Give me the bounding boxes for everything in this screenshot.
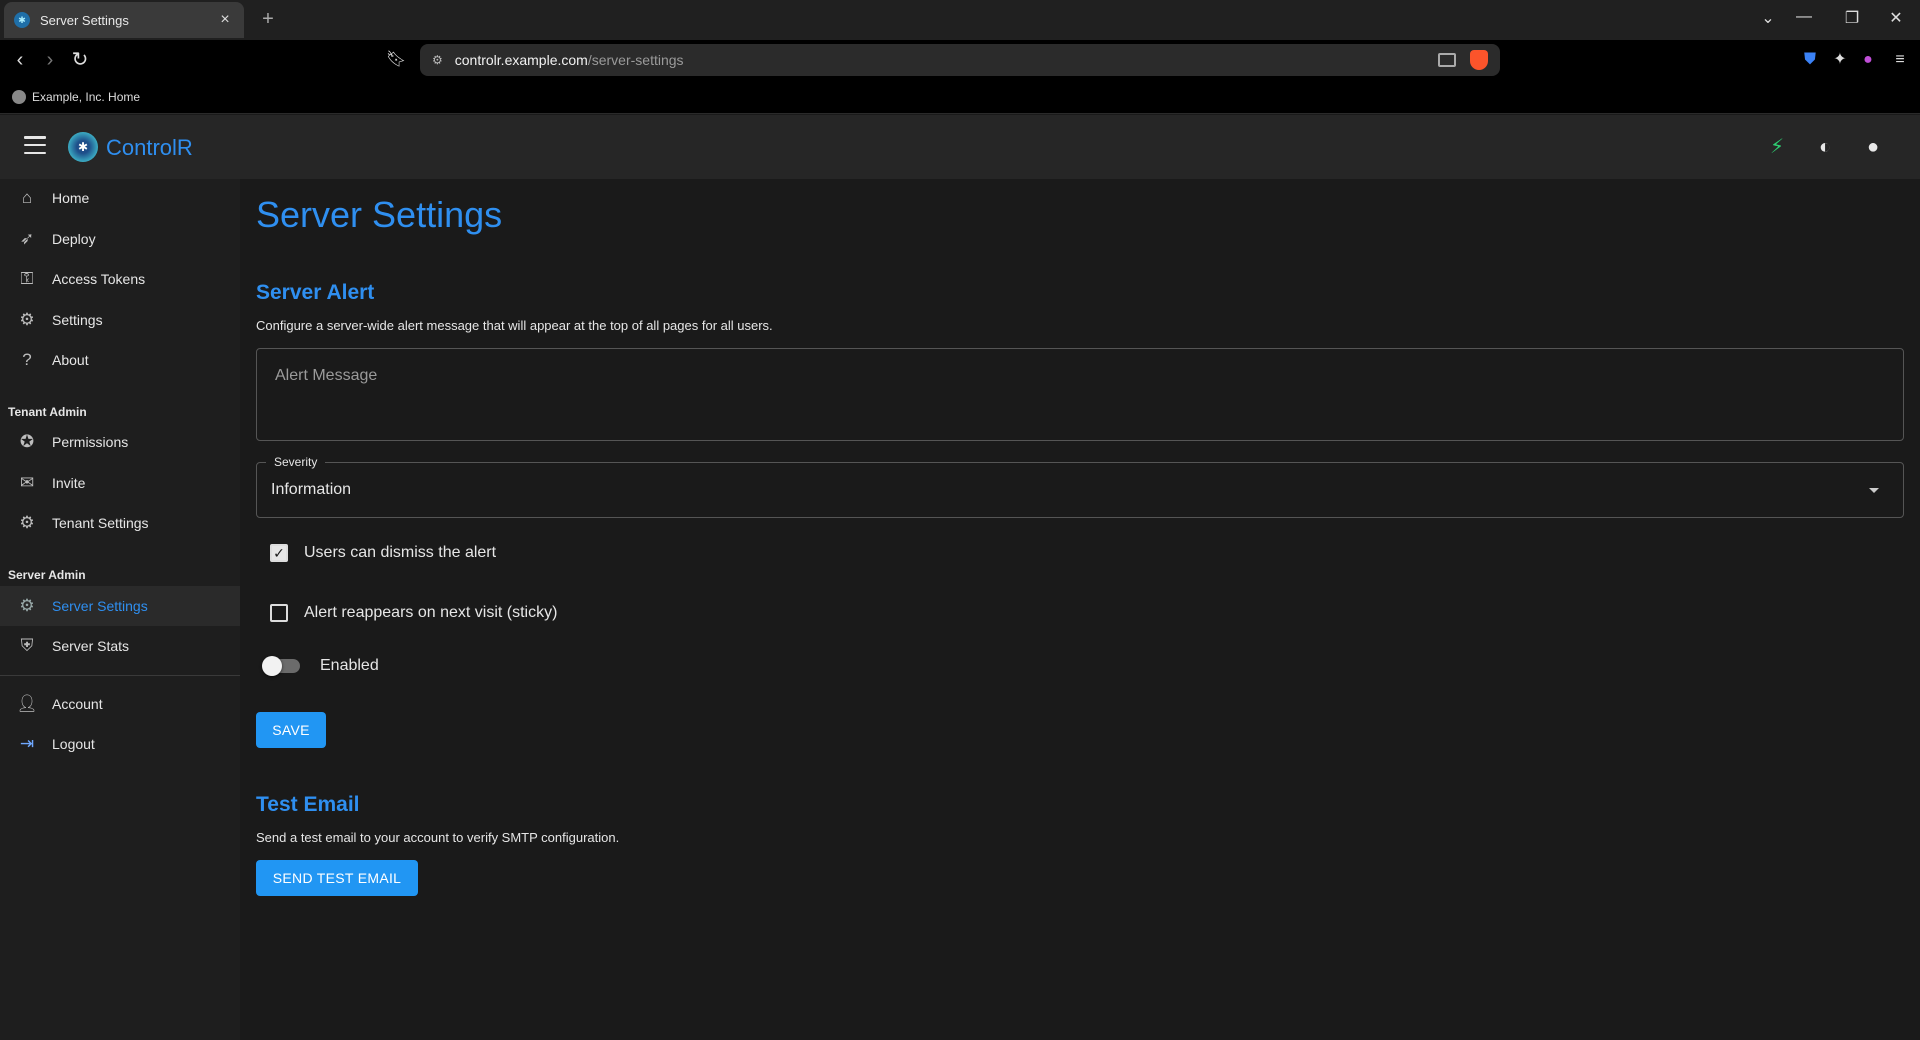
controlr-favicon-icon: ✱ [14, 12, 30, 28]
permissions-icon: ✪ [19, 432, 35, 451]
forward-icon[interactable]: › [38, 48, 62, 72]
sidebar-item-settings[interactable]: ⚙ Settings [0, 300, 240, 340]
browser-tab[interactable]: ✱ Server Settings × [4, 2, 244, 38]
reload-icon[interactable]: ↻ [68, 48, 92, 72]
new-tab-icon[interactable]: + [256, 8, 280, 31]
section-label-tenant-admin: Tenant Admin [8, 405, 87, 419]
sticky-checkbox[interactable] [270, 604, 288, 622]
bookmark-icon[interactable]: 🔖︎ [384, 48, 408, 72]
test-email-description: Send a test email to your account to ver… [256, 830, 620, 845]
tab-title: Server Settings [40, 12, 129, 28]
sidebar-item-label: Permissions [52, 434, 129, 450]
tab-close-icon[interactable]: × [216, 11, 234, 29]
sidebar-item-permissions[interactable]: ✪ Permissions [0, 422, 240, 462]
sidebar-item-label: Tenant Settings [52, 515, 149, 531]
tab-search-icon[interactable]: ⌄ [1756, 8, 1780, 28]
send-test-email-button[interactable]: SEND TEST EMAIL [256, 860, 418, 896]
server-alert-heading: Server Alert [256, 281, 375, 304]
window-close-icon[interactable]: ✕ [1884, 8, 1908, 28]
sidebar-item-label: Invite [52, 475, 86, 491]
cast-icon[interactable] [1438, 53, 1456, 67]
sidebar-item-deploy[interactable]: ➶ Deploy [0, 219, 240, 259]
profile-extension-icon[interactable]: ● [1858, 50, 1878, 70]
dismiss-checkbox[interactable]: ✓ [270, 544, 288, 562]
chevron-down-icon [1869, 487, 1879, 493]
sidebar-item-label: Access Tokens [52, 271, 146, 287]
severity-label: Severity [266, 455, 326, 469]
home-icon: ⌂ [21, 188, 33, 207]
sidebar-item-logout[interactable]: ⇥ Logout [0, 724, 240, 764]
sidebar-item-label: Account [52, 696, 103, 712]
controlr-logo-icon: ✱ [68, 132, 98, 162]
site-info-icon[interactable]: ⚙ [432, 53, 443, 67]
sidebar-item-server-settings[interactable]: ⚙ Server Settings [0, 586, 240, 626]
minimize-icon[interactable]: — [1792, 8, 1816, 26]
question-icon: ? [22, 350, 32, 369]
severity-value: Information [271, 481, 352, 498]
sidebar-item-home[interactable]: ⌂ Home [0, 178, 240, 218]
sidebar-item-access-tokens[interactable]: ⚿ Access Tokens [0, 259, 240, 299]
test-email-heading: Test Email [256, 793, 360, 816]
sidebar-item-label: Deploy [52, 231, 96, 247]
mail-icon: ✉ [19, 473, 35, 492]
logout-icon: ⇥ [19, 734, 35, 753]
severity-select[interactable]: Information [256, 462, 1904, 518]
person-icon: 👤︎ [16, 694, 38, 713]
globe-icon [12, 89, 26, 104]
theme-toggle-icon[interactable]: ◐ [1812, 134, 1838, 160]
connection-status-bolt-icon[interactable]: ⚡︎ [1764, 134, 1790, 160]
gear-icon: ⚙ [19, 596, 35, 615]
sidebar-item-label: Server Settings [52, 598, 148, 614]
sidebar-item-server-stats[interactable]: ⛨ Server Stats [0, 626, 240, 666]
server-alert-description: Configure a server-wide alert message th… [256, 318, 773, 333]
key-icon: ⚿ [20, 269, 34, 288]
sidebar-divider [0, 675, 240, 676]
back-icon[interactable]: ‹ [8, 48, 32, 72]
enabled-toggle-row[interactable]: Enabled [262, 656, 379, 676]
sidebar-item-invite[interactable]: ✉ Invite [0, 463, 240, 503]
bitwarden-extension-icon[interactable]: ⛊ [1800, 50, 1820, 70]
url-host: controlr.example.com [454, 52, 588, 68]
toggle-knob [262, 656, 282, 676]
browser-menu-icon[interactable]: ≡ [1890, 50, 1910, 70]
bookmarks-bar: Example, Inc. Home [0, 80, 1920, 114]
app-bar [0, 115, 1920, 179]
extensions-icon[interactable]: ✦ [1830, 50, 1850, 70]
shield-stats-icon: ⛨ [20, 636, 34, 655]
sidebar-item-tenant-settings[interactable]: ⚙ Tenant Settings [0, 503, 240, 543]
dismiss-checkbox-row[interactable]: ✓ Users can dismiss the alert [270, 544, 496, 562]
gear-icon: ⚙ [19, 310, 35, 329]
brand-name[interactable]: ControlR [106, 135, 193, 161]
brave-shields-icon[interactable] [1470, 50, 1488, 70]
rocket-icon: ➶ [19, 229, 35, 248]
browser-tab-bar [0, 0, 1920, 40]
section-label-server-admin: Server Admin [8, 568, 86, 582]
save-button[interactable]: SAVE [256, 712, 326, 748]
address-bar[interactable]: ⚙ controlr.example.com/server-settings [420, 44, 1500, 76]
menu-toggle-icon[interactable] [24, 136, 46, 154]
sidebar-item-account[interactable]: 👤︎ Account [0, 684, 240, 724]
sidebar-item-label: Server Stats [52, 638, 130, 654]
alert-message-input[interactable] [256, 348, 1904, 441]
sticky-label: Alert reappears on next visit (sticky) [304, 604, 558, 621]
sidebar-item-about[interactable]: ? About [0, 340, 240, 380]
sidebar-item-label: Logout [52, 736, 95, 752]
sticky-checkbox-row[interactable]: Alert reappears on next visit (sticky) [270, 604, 557, 622]
gear-icon: ⚙ [19, 513, 35, 532]
bookmark-example-home[interactable]: Example, Inc. Home [32, 90, 140, 104]
sidebar-item-label: Home [52, 190, 90, 206]
sidebar-item-label: About [52, 352, 89, 368]
github-icon[interactable]: ● [1860, 134, 1886, 160]
sidebar-item-label: Settings [52, 312, 103, 328]
restore-icon[interactable]: ❐ [1840, 8, 1864, 28]
url-path: /server-settings [587, 52, 684, 68]
enabled-label: Enabled [320, 657, 379, 674]
enabled-toggle[interactable] [262, 656, 300, 676]
page-title: Server Settings [256, 194, 503, 235]
dismiss-label: Users can dismiss the alert [304, 544, 497, 561]
